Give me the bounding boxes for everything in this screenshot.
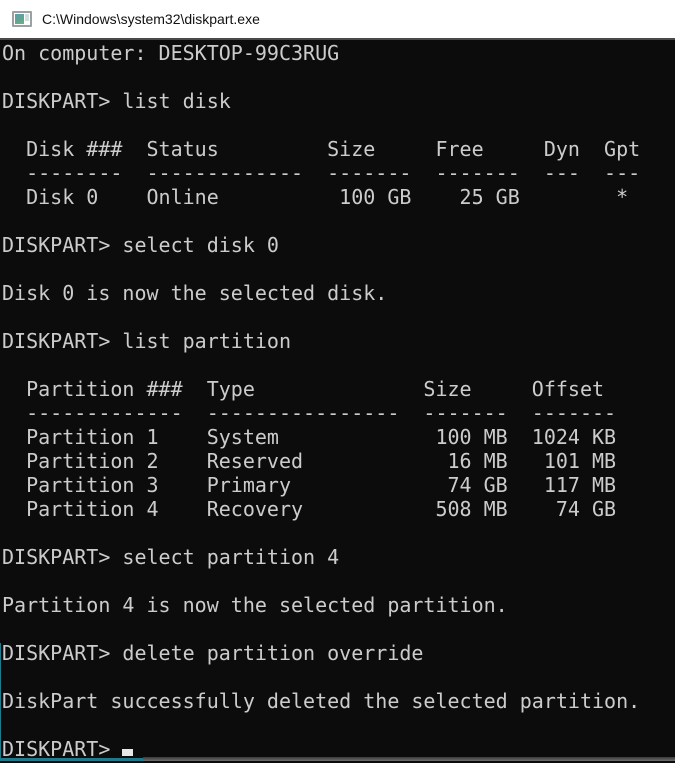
terminal-line: -------- ------------- ------- ------- -… <box>2 161 675 185</box>
terminal-line <box>2 617 675 641</box>
terminal-line: Partition 4 is now the selected partitio… <box>2 593 675 617</box>
terminal-line: Partition 1 System 100 MB 1024 KB <box>2 425 675 449</box>
terminal-line: Disk ### Status Size Free Dyn Gpt <box>2 137 675 161</box>
window-title: C:\Windows\system32\diskpart.exe <box>42 11 260 27</box>
terminal-line: DISKPART> select partition 4 <box>2 545 675 569</box>
terminal-line: On computer: DESKTOP-99C3RUG <box>2 41 675 65</box>
terminal-line: DISKPART> select disk 0 <box>2 233 675 257</box>
terminal-line <box>2 113 675 137</box>
terminal-line <box>2 305 675 329</box>
terminal-line: ------------- ---------------- ------- -… <box>2 401 675 425</box>
terminal-line: Partition 3 Primary 74 GB 117 MB <box>2 473 675 497</box>
terminal-line <box>2 257 675 281</box>
terminal-line: DISKPART> list partition <box>2 329 675 353</box>
terminal-line <box>2 569 675 593</box>
diskpart-window: C:\Windows\system32\diskpart.exe On comp… <box>0 0 675 763</box>
terminal-line: DISKPART> delete partition override <box>2 641 675 665</box>
terminal-line <box>2 65 675 89</box>
terminal-output: On computer: DESKTOP-99C3RUG DISKPART> li… <box>2 41 675 737</box>
terminal-line: Disk 0 is now the selected disk. <box>2 281 675 305</box>
console-app-icon[interactable] <box>12 11 32 27</box>
horizontal-scrollbar[interactable] <box>143 757 675 761</box>
title-bar[interactable]: C:\Windows\system32\diskpart.exe <box>0 0 675 40</box>
terminal-line <box>2 521 675 545</box>
terminal-line: Disk 0 Online 100 GB 25 GB * <box>2 185 675 209</box>
terminal-line: Partition ### Type Size Offset <box>2 377 675 401</box>
terminal-line: Partition 2 Reserved 16 MB 101 MB <box>2 449 675 473</box>
terminal-line <box>2 353 675 377</box>
console-icon-screen <box>15 14 24 24</box>
window-accent-border-bottom <box>0 758 143 761</box>
console-icon-panel <box>25 14 29 21</box>
terminal-line <box>2 713 675 737</box>
text-cursor <box>122 749 133 756</box>
terminal-line <box>2 209 675 233</box>
window-accent-border-left <box>0 643 1 761</box>
terminal-line: DiskPart successfully deleted the select… <box>2 689 675 713</box>
terminal-line <box>2 665 675 689</box>
terminal[interactable]: On computer: DESKTOP-99C3RUG DISKPART> li… <box>0 40 675 761</box>
terminal-line: DISKPART> list disk <box>2 89 675 113</box>
terminal-line: Partition 4 Recovery 508 MB 74 GB <box>2 497 675 521</box>
